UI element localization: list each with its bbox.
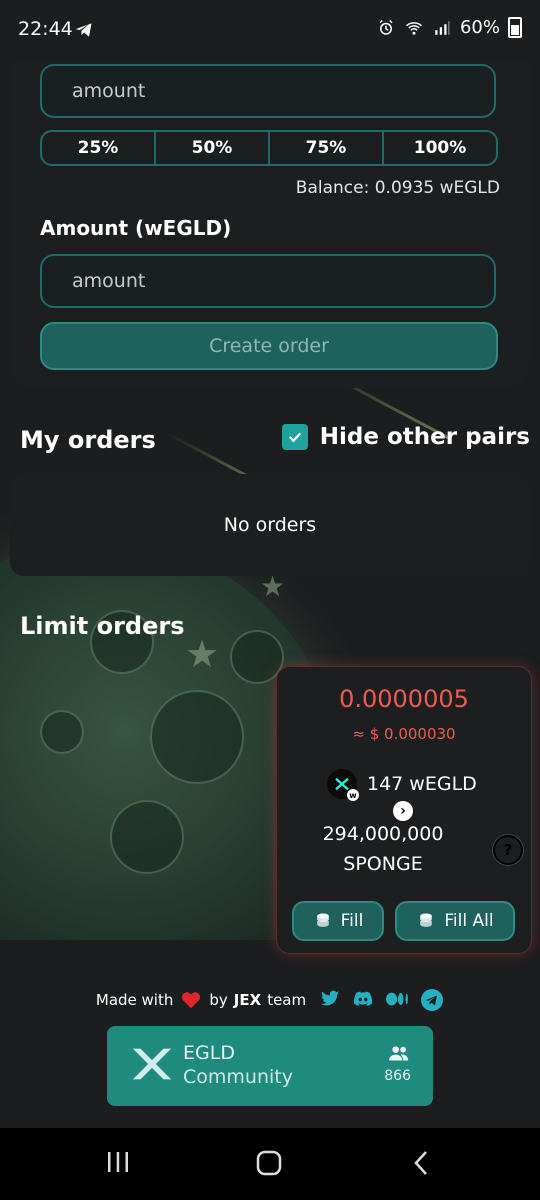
percent-50-button[interactable]: 50% (156, 132, 270, 164)
crater (40, 710, 84, 754)
percent-selector: 25% 50% 75% 100% (40, 130, 498, 166)
battery-percent: 60% (459, 17, 500, 38)
community-title: EGLD (183, 1042, 235, 1064)
crater (110, 800, 184, 874)
medium-icon[interactable] (384, 988, 412, 1010)
order-usd-value: ≈ $ 0.000030 (352, 725, 456, 743)
fill-label: Fill (340, 911, 364, 931)
receive-token: SPONGE (343, 853, 423, 875)
telegram-icon (75, 23, 92, 37)
made-with-text: Made with (95, 991, 174, 1009)
heart-icon (182, 992, 201, 1009)
team-name: JEX (233, 991, 262, 1009)
multiversx-logo-icon (132, 1048, 172, 1080)
amount-field[interactable] (40, 254, 496, 308)
fill-button[interactable]: Fill (292, 901, 384, 941)
back-icon[interactable] (408, 1148, 436, 1178)
percent-25-button[interactable]: 25% (42, 132, 156, 164)
receive-amount: 294,000,000 (322, 823, 444, 845)
status-bar: 22:44 60% (0, 0, 540, 60)
coins-icon (420, 913, 433, 927)
order-price: 0.0000005 (339, 685, 469, 713)
my-orders-list: No orders (10, 474, 530, 576)
system-navigation-bar (0, 1128, 540, 1200)
alarm-icon (376, 18, 396, 38)
crater (150, 690, 244, 784)
create-order-card: 25% 50% 75% 100% Balance: 0.0935 wEGLD A… (10, 20, 530, 388)
community-subtitle: Community (183, 1066, 293, 1088)
multiversx-token-icon: w (327, 769, 359, 801)
wifi-icon (404, 18, 424, 38)
clock: 22:44 (18, 18, 73, 40)
egld-community-banner[interactable]: EGLD Community 866 (107, 1026, 433, 1106)
chevron-right-icon: › (393, 801, 413, 821)
members-icon (389, 1046, 409, 1061)
price-field[interactable] (40, 64, 496, 118)
checkmark-icon (288, 432, 301, 443)
twitter-icon[interactable] (318, 988, 342, 1010)
signal-icon (432, 18, 452, 38)
my-orders-title: My orders (20, 426, 156, 454)
balance-text: Balance: 0.0935 wEGLD (295, 178, 500, 198)
amount-label: Amount (wEGLD) (40, 216, 232, 240)
create-order-button[interactable]: Create order (40, 322, 498, 370)
empty-orders-text: No orders (223, 514, 317, 536)
coins-icon (316, 913, 329, 927)
fill-all-button[interactable]: Fill All (395, 901, 515, 941)
fill-all-label: Fill All (444, 911, 494, 931)
made-with-credit: Made with by JEX team (0, 988, 540, 1012)
team-suffix: team (267, 991, 307, 1009)
hide-other-pairs-label: Hide other pairs (319, 424, 530, 450)
pay-amount: 147 wEGLD (367, 773, 477, 795)
price-input[interactable] (42, 66, 494, 116)
amount-input[interactable] (42, 256, 494, 306)
home-icon[interactable] (254, 1148, 284, 1178)
hide-other-pairs-checkbox[interactable] (281, 424, 308, 450)
discord-icon[interactable] (350, 988, 376, 1010)
battery-icon (508, 17, 522, 38)
star-shape: ★ (185, 632, 220, 676)
limit-order-card: 0.0000005 ≈ $ 0.000030 w 147 wEGLD › 294… (276, 666, 532, 954)
hide-other-pairs-toggle[interactable]: Hide other pairs (281, 424, 530, 450)
by-text: by (209, 991, 228, 1009)
member-count: 866 (384, 1068, 411, 1084)
help-icon[interactable]: ? (493, 835, 523, 865)
percent-75-button[interactable]: 75% (270, 132, 384, 164)
pay-token-row: w 147 wEGLD (327, 769, 477, 801)
recent-apps-icon[interactable] (104, 1148, 132, 1176)
telegram-icon[interactable] (420, 988, 444, 1012)
limit-orders-title: Limit orders (20, 612, 185, 640)
percent-100-button[interactable]: 100% (384, 132, 496, 164)
